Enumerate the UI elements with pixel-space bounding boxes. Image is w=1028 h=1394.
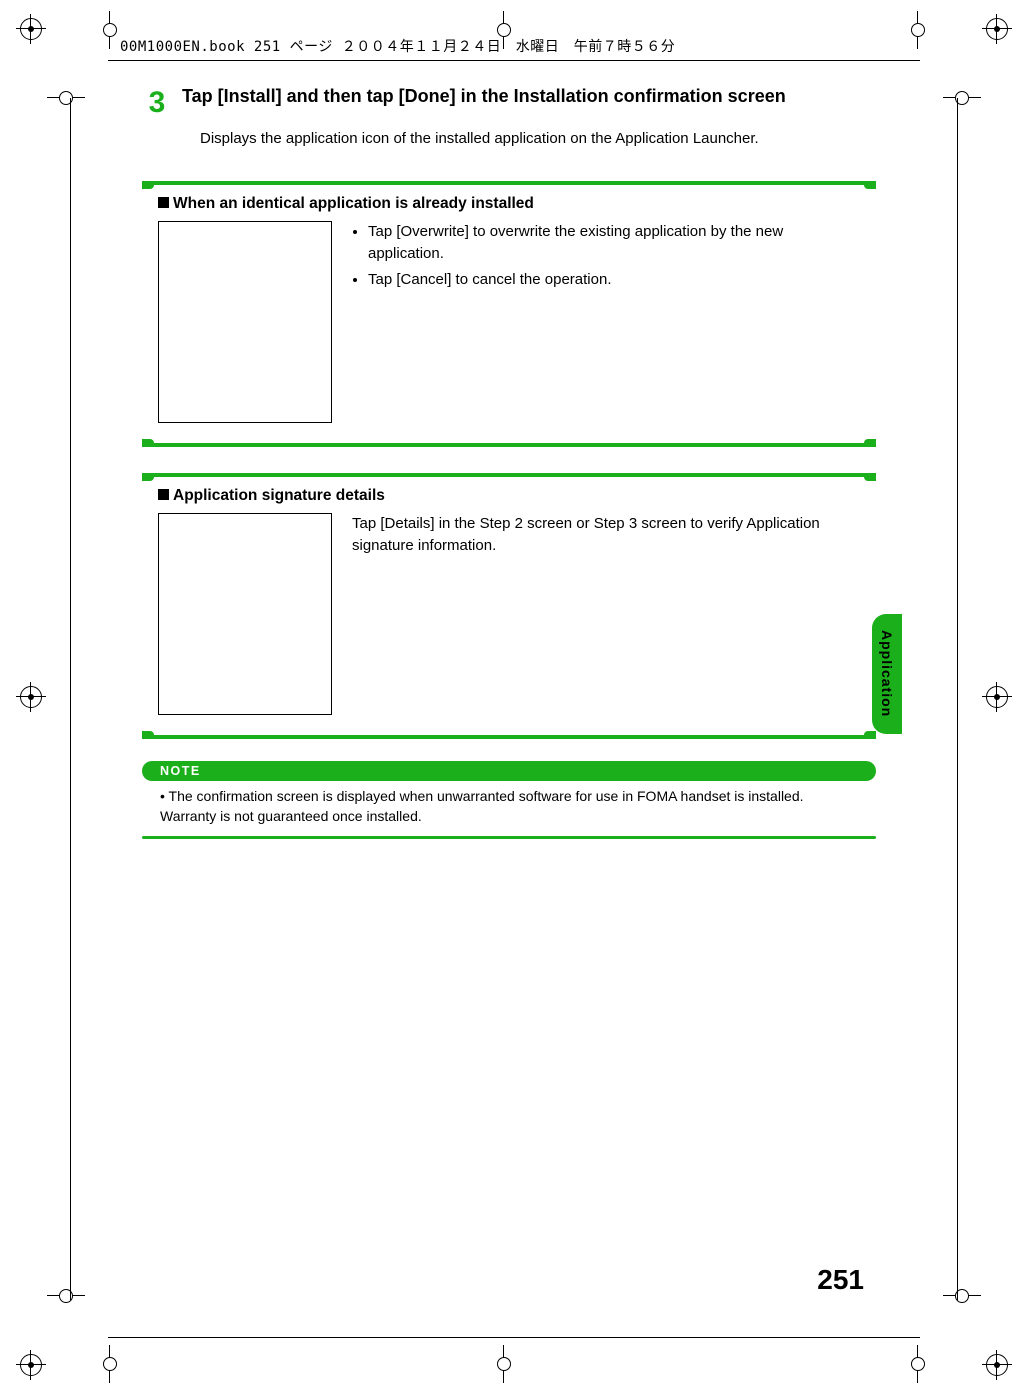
step-number: 3 (142, 84, 172, 118)
registration-mark-icon (982, 1350, 1012, 1380)
callout-title: When an identical application is already… (158, 195, 876, 213)
callout-text: Tap [Details] in the Step 2 screen or St… (352, 513, 860, 715)
callout-identical-app: When an identical application is already… (142, 181, 876, 447)
crop-mark-icon (484, 1344, 524, 1384)
screenshot-placeholder (158, 513, 332, 715)
callout-top-rule (142, 473, 876, 477)
note-block: NOTE • The confirmation screen is displa… (142, 761, 876, 839)
registration-mark-icon (982, 682, 1012, 712)
page-number: 251 (817, 1264, 864, 1296)
callout-bottom-rule (142, 735, 876, 739)
square-bullet-icon (158, 489, 169, 500)
note-label-bar: NOTE (142, 761, 876, 781)
callout-signature-details: Application signature details Tap [Detai… (142, 473, 876, 739)
list-item: Tap [Cancel] to cancel the operation. (368, 269, 860, 291)
registration-mark-icon (982, 14, 1012, 44)
registration-mark-icon (16, 1350, 46, 1380)
page-content: 3 Tap [Install] and then tap [Done] in t… (142, 84, 876, 839)
callout-bottom-rule (142, 443, 876, 447)
section-side-tab: Application (872, 614, 902, 734)
crop-mark-icon (90, 1344, 130, 1384)
crop-mark-icon (898, 1344, 938, 1384)
registration-mark-icon (16, 14, 46, 44)
crop-mark-icon (898, 10, 938, 50)
print-header-line: 00M1000EN.book 251 ページ ２００４年１１月２４日 水曜日 午… (120, 36, 675, 56)
note-text: • The confirmation screen is displayed w… (142, 781, 876, 836)
callout-text: Tap [Overwrite] to overwrite the existin… (352, 221, 860, 423)
callout-title: Application signature details (158, 487, 876, 505)
list-item: Tap [Overwrite] to overwrite the existin… (368, 221, 860, 265)
registration-mark-icon (16, 682, 46, 712)
callout-top-rule (142, 181, 876, 185)
step-title: Tap [Install] and then tap [Done] in the… (182, 84, 876, 108)
square-bullet-icon (158, 197, 169, 208)
step-description: Displays the application icon of the ins… (200, 130, 876, 147)
screenshot-placeholder (158, 221, 332, 423)
note-bottom-rule (142, 836, 876, 839)
